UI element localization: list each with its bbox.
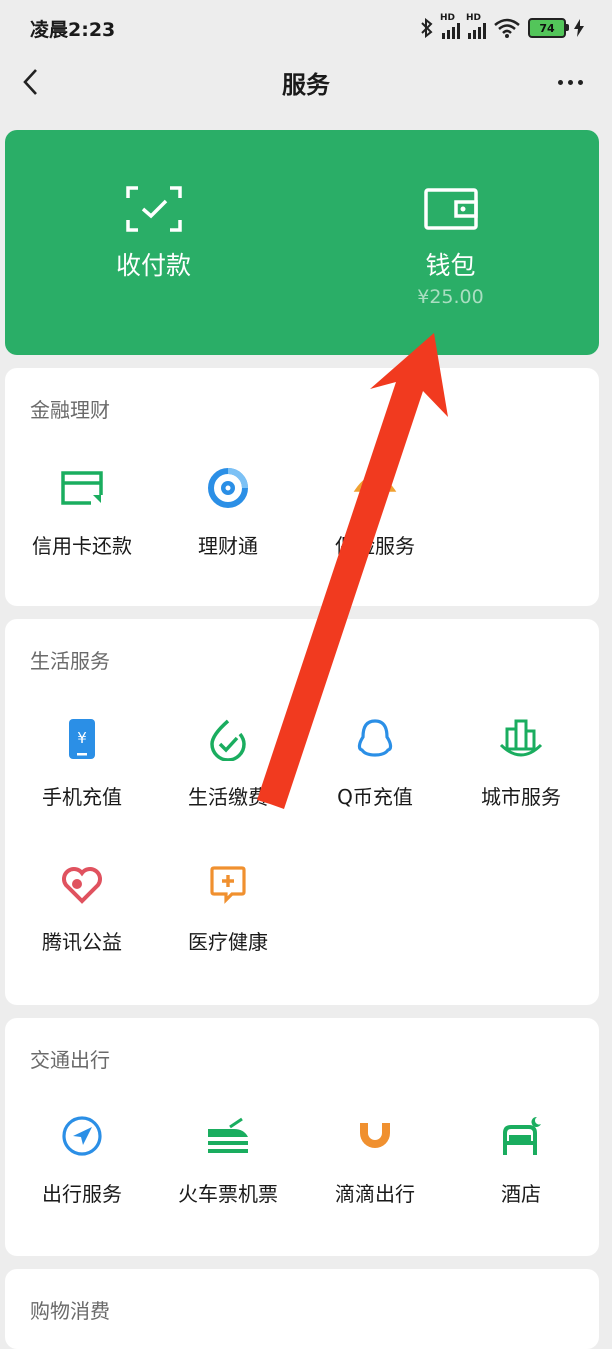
heart-icon xyxy=(62,867,102,904)
more-button[interactable] xyxy=(548,64,592,100)
life-services-section: 生活服务 ¥ 手机充值 生活缴费 Q币充值 城市服务 腾讯公益 医疗健康 xyxy=(5,619,599,1005)
scan-pay-icon xyxy=(125,186,182,232)
back-arrow-icon xyxy=(23,69,37,95)
city-services-item[interactable]: 城市服务 xyxy=(448,717,594,810)
credit-card-repay-item[interactable]: 信用卡还款 xyxy=(9,466,155,559)
status-time: 凌晨2:23 xyxy=(30,18,116,41)
hotel-item[interactable]: 酒店 xyxy=(448,1114,594,1207)
didi-item[interactable]: 滴滴出行 xyxy=(302,1114,448,1207)
transport-section: 交通出行 出行服务 火车票机票 滴滴出行 酒店 xyxy=(5,1018,599,1256)
wealth-item[interactable]: 理财通 xyxy=(155,466,301,559)
nav-bar: 服务 xyxy=(0,56,612,108)
hd-label-2: HD xyxy=(466,13,482,23)
compass-icon xyxy=(62,1116,102,1156)
item-label: Q币充值 xyxy=(337,785,413,809)
finance-section: 金融理财 信用卡还款 理财通 保险服务 xyxy=(5,368,599,606)
page-title: 服务 xyxy=(282,70,330,99)
train-flight-item[interactable]: 火车票机票 xyxy=(155,1114,301,1207)
didi-icon xyxy=(360,1123,390,1148)
item-label: 保险服务 xyxy=(335,534,415,558)
item-label: 腾讯公益 xyxy=(42,930,122,954)
train-icon xyxy=(208,1117,248,1153)
battery-level: 74 xyxy=(539,21,555,35)
medical-item[interactable]: 医疗健康 xyxy=(155,862,301,955)
item-label: 城市服务 xyxy=(481,785,561,809)
section-title: 金融理财 xyxy=(30,398,110,422)
item-label: 酒店 xyxy=(501,1182,541,1206)
item-label: 火车票机票 xyxy=(178,1182,278,1206)
qq-penguin-icon xyxy=(357,719,393,757)
section-title: 生活服务 xyxy=(30,649,110,673)
wallet-label: 钱包 xyxy=(425,251,476,280)
back-button[interactable] xyxy=(12,64,48,100)
medical-kit-icon xyxy=(210,866,246,904)
insurance-item[interactable]: 保险服务 xyxy=(302,466,448,559)
utility-bill-icon xyxy=(210,719,246,761)
wifi-icon xyxy=(494,18,520,38)
credit-card-icon xyxy=(61,471,103,505)
utility-bill-item[interactable]: 生活缴费 xyxy=(155,717,301,810)
bed-icon xyxy=(503,1116,541,1155)
signal-icon-1: HD xyxy=(440,13,460,39)
shopping-section: 购物消费 xyxy=(5,1269,599,1349)
svg-text:¥: ¥ xyxy=(77,729,87,747)
item-label: 滴滴出行 xyxy=(335,1182,415,1206)
city-buildings-icon xyxy=(499,719,543,757)
hd-label-1: HD xyxy=(440,13,456,23)
item-label: 手机充值 xyxy=(42,785,122,809)
wallet-icon xyxy=(423,188,478,230)
status-bar: 凌晨2:23 HD HD 74 xyxy=(0,0,612,56)
insurance-icon xyxy=(353,475,397,509)
wallet-balance: ¥25.00 xyxy=(417,286,484,308)
top-card: 收付款 钱包 ¥25.00 xyxy=(5,130,599,355)
section-title: 交通出行 xyxy=(30,1048,110,1072)
charging-icon xyxy=(574,19,584,37)
travel-services-item[interactable]: 出行服务 xyxy=(9,1114,155,1207)
item-label: 生活缴费 xyxy=(188,785,268,809)
item-label: 理财通 xyxy=(198,534,258,558)
bluetooth-icon xyxy=(421,18,433,38)
phone-topup-icon: ¥ xyxy=(69,719,95,759)
item-label: 信用卡还款 xyxy=(32,534,132,558)
wallet-button[interactable]: 钱包 ¥25.00 xyxy=(302,130,599,355)
qcoin-item[interactable]: Q币充值 xyxy=(302,717,448,810)
item-label: 出行服务 xyxy=(42,1182,122,1206)
status-icons: HD HD 74 xyxy=(420,13,584,39)
section-title: 购物消费 xyxy=(30,1299,110,1323)
wealth-icon xyxy=(208,468,248,508)
phone-topup-item[interactable]: ¥ 手机充值 xyxy=(9,717,155,810)
item-label: 医疗健康 xyxy=(188,930,268,954)
battery-icon: 74 xyxy=(528,18,569,38)
charity-item[interactable]: 腾讯公益 xyxy=(9,862,155,955)
signal-icon-2: HD xyxy=(466,13,486,39)
pay-label: 收付款 xyxy=(115,251,191,280)
pay-button[interactable]: 收付款 xyxy=(5,130,302,355)
